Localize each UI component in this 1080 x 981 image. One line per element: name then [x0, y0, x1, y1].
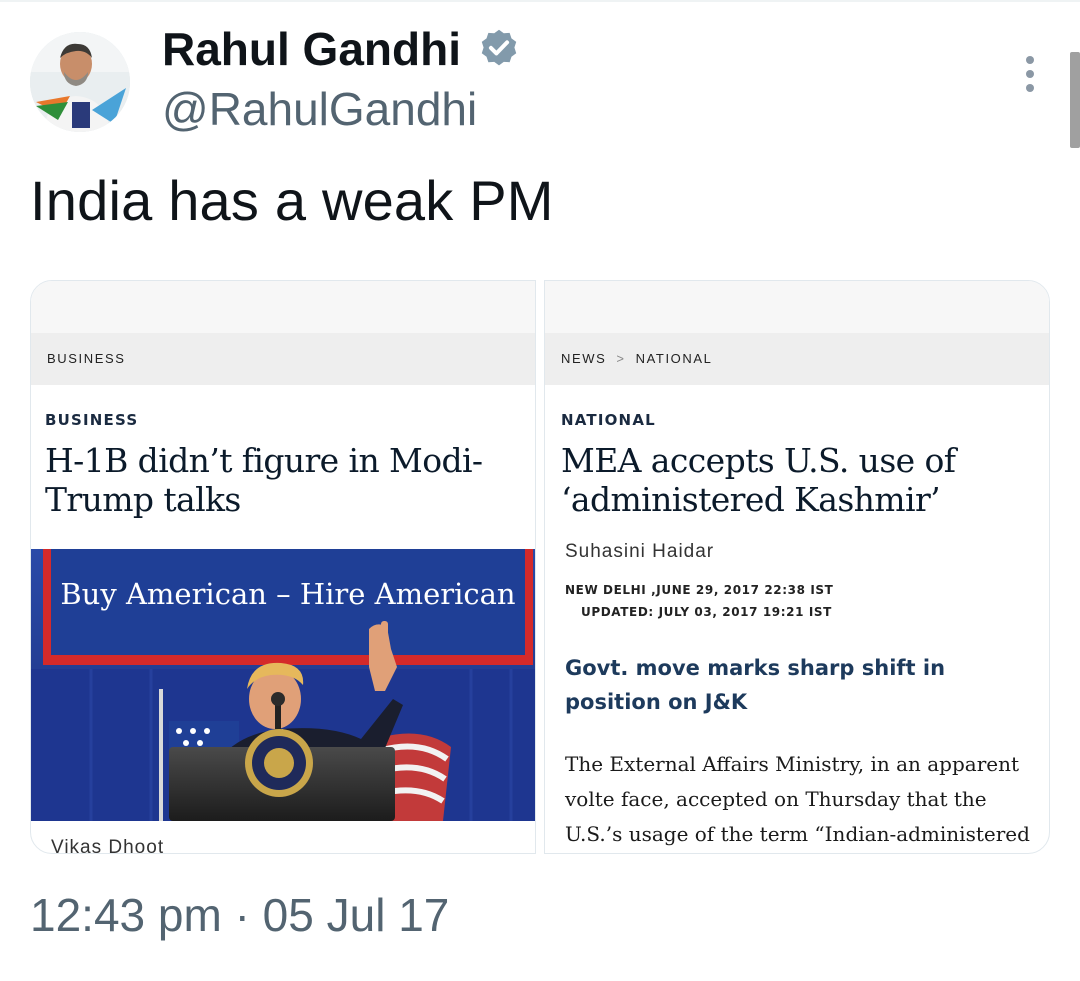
- breadcrumb-item-news: NEWS: [561, 351, 607, 366]
- attached-image-right[interactable]: NEWS > NATIONAL NATIONAL MEA accepts U.S. …: [544, 280, 1050, 854]
- attached-image-left[interactable]: BUSINESS BUSINESS H-1B didn’t figure in …: [30, 280, 536, 854]
- article-byline: Vikas Dhoot: [51, 837, 165, 854]
- more-options-icon[interactable]: [1020, 56, 1040, 92]
- article-author: Suhasini Haidar: [565, 541, 715, 562]
- author-name-row: Rahul Gandhi: [162, 22, 521, 76]
- verified-badge-icon: [481, 29, 517, 66]
- section-label: BUSINESS: [45, 411, 139, 429]
- dateline-updated: UPDATED: JULY 03, 2017 19:21 IST: [581, 605, 832, 619]
- article-headline: H-1B didn’t figure in Modi- Trump talks: [45, 441, 483, 519]
- body-line: volte face, accepted on Thursday that th…: [565, 787, 987, 811]
- body-line: The External Affairs Ministry, in an app…: [565, 752, 1020, 776]
- headline-line: ‘administered Kashmir’: [561, 480, 941, 519]
- author-name[interactable]: Rahul Gandhi: [162, 22, 461, 76]
- article-headline: MEA accepts U.S. use of ‘administered Ka…: [561, 441, 956, 519]
- headline-line: H-1B didn’t figure in Modi-: [45, 441, 483, 480]
- body-line: U.S.’s usage of the term “Indian-adminis…: [565, 822, 1030, 846]
- profile-avatar[interactable]: [30, 32, 130, 132]
- article-body: The External Affairs Ministry, in an app…: [565, 747, 1035, 852]
- tweet-text: India has a weak PM: [30, 169, 554, 232]
- breadcrumb-separator: >: [616, 351, 626, 366]
- banner-text: Buy American – Hire American: [60, 577, 515, 611]
- scrollbar-thumb[interactable]: [1070, 52, 1080, 148]
- article-subhead: Govt. move marks sharp shift in position…: [565, 656, 946, 714]
- section-label: NATIONAL: [561, 411, 656, 429]
- breadcrumb: NEWS > NATIONAL: [561, 351, 712, 366]
- breadcrumb-item-national: NATIONAL: [635, 351, 713, 366]
- headline-line: Trump talks: [45, 480, 241, 519]
- top-divider: [0, 0, 1080, 2]
- author-handle[interactable]: @RahulGandhi: [162, 82, 477, 136]
- headline-line: MEA accepts U.S. use of: [561, 441, 956, 480]
- more-dot: [1026, 56, 1034, 64]
- card-top-strip: [31, 281, 535, 333]
- card-top-strip: [545, 281, 1049, 333]
- article-photo: Buy American – Hire American: [31, 549, 535, 821]
- tweet-timestamp[interactable]: 12:43 pm · 05 Jul 17: [30, 888, 449, 942]
- dateline-published: NEW DELHI ,JUNE 29, 2017 22:38 IST: [565, 583, 834, 597]
- article-dateline: NEW DELHI ,JUNE 29, 2017 22:38 IST UPDAT…: [565, 579, 833, 623]
- avatar-image: [30, 32, 130, 132]
- more-dot: [1026, 70, 1034, 78]
- more-dot: [1026, 84, 1034, 92]
- breadcrumb: BUSINESS: [47, 351, 126, 366]
